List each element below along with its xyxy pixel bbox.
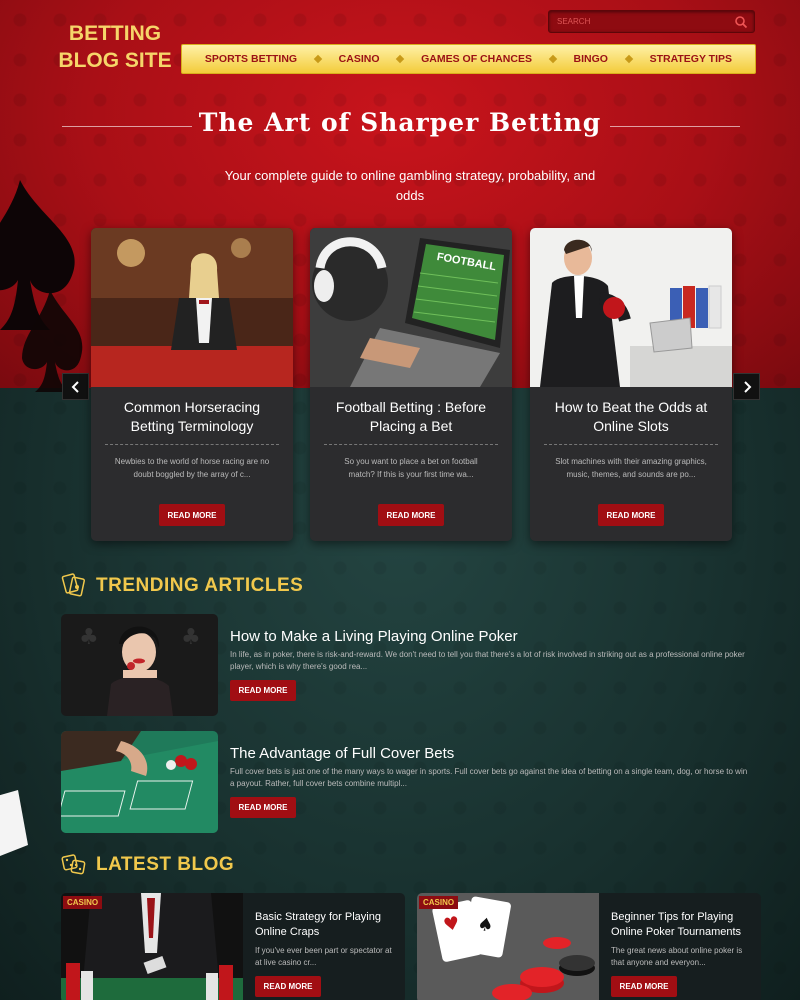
card-image-football-laptop: FOOTBALL bbox=[310, 228, 512, 387]
carousel-card[interactable]: How to Beat the Odds at Online Slots Slo… bbox=[530, 228, 732, 541]
read-more-button[interactable]: READ MORE bbox=[611, 976, 677, 997]
blog-card[interactable]: CASINO Basic Strategy for Playing Online… bbox=[61, 893, 405, 1000]
nav-casino[interactable]: CASINO bbox=[339, 53, 380, 65]
category-badge[interactable]: CASINO bbox=[419, 896, 459, 909]
trending-title[interactable]: How to Make a Living Playing Online Poke… bbox=[230, 628, 518, 645]
trending-article[interactable]: The Advantage of Full Cover Bets Full co… bbox=[61, 731, 761, 833]
latest-blog-heading: LATEST BLOG bbox=[96, 854, 235, 875]
chevron-right-icon bbox=[743, 380, 751, 393]
trending-excerpt: Full cover bets is just one of the many … bbox=[230, 767, 748, 788]
nav-bingo[interactable]: BINGO bbox=[574, 53, 608, 65]
nav-separator bbox=[548, 54, 557, 64]
card-image-office-man bbox=[530, 228, 732, 387]
card-title[interactable]: Common Horseracing Betting Terminology bbox=[105, 398, 279, 445]
nav-strategy-tips[interactable]: STRATEGY TIPS bbox=[650, 53, 732, 65]
main-nav: SPORTS BETTING CASINO GAMES OF CHANCES B… bbox=[181, 44, 756, 74]
read-more-button[interactable]: READ MORE bbox=[598, 504, 664, 526]
blog-title[interactable]: Beginner Tips for Playing Online Poker T… bbox=[611, 910, 751, 940]
svg-text:♣: ♣ bbox=[79, 625, 99, 650]
hero-subtitle: Your complete guide to online gambling s… bbox=[224, 168, 596, 203]
blog-excerpt: The great news about online poker is tha… bbox=[611, 946, 743, 967]
read-more-button[interactable]: READ MORE bbox=[255, 976, 321, 997]
card-excerpt: Slot machines with their amazing graphic… bbox=[555, 457, 707, 479]
nav-separator bbox=[396, 54, 405, 64]
carousel-next-button[interactable] bbox=[733, 373, 760, 400]
card-excerpt: So you want to place a bet on football m… bbox=[344, 457, 478, 479]
read-more-button[interactable]: READ MORE bbox=[230, 797, 296, 818]
dice-icon bbox=[61, 854, 86, 875]
trending-image-craps-table bbox=[61, 731, 218, 833]
carousel-card[interactable]: Common Horseracing Betting Terminology N… bbox=[91, 228, 293, 541]
blog-image-croupier: CASINO bbox=[61, 893, 243, 1000]
nav-games-of-chances[interactable]: GAMES OF CHANCES bbox=[421, 53, 532, 65]
trending-article[interactable]: ♣ ♣ How to Make a Living Playing Online … bbox=[61, 614, 761, 716]
blog-title[interactable]: Basic Strategy for Playing Online Craps bbox=[255, 910, 395, 940]
nav-separator bbox=[624, 54, 634, 64]
search-input[interactable] bbox=[549, 11, 729, 32]
trending-excerpt: In life, as in poker, there is risk-and-… bbox=[230, 650, 745, 671]
hero-divider-right bbox=[610, 126, 740, 127]
playing-cards-icon bbox=[61, 573, 86, 597]
nav-separator bbox=[313, 54, 323, 64]
blog-excerpt: If you've ever been part or spectator at… bbox=[255, 946, 392, 967]
spade-decoration-icon bbox=[0, 180, 83, 392]
carousel-prev-button[interactable] bbox=[62, 373, 89, 400]
nav-sports-betting[interactable]: SPORTS BETTING bbox=[205, 53, 297, 65]
search-box bbox=[548, 10, 755, 33]
category-badge[interactable]: CASINO bbox=[63, 896, 103, 909]
read-more-button[interactable]: READ MORE bbox=[159, 504, 225, 526]
trending-title[interactable]: The Advantage of Full Cover Bets bbox=[230, 745, 454, 762]
read-more-button[interactable]: READ MORE bbox=[230, 680, 296, 701]
search-icon[interactable] bbox=[734, 15, 748, 29]
svg-text:♣: ♣ bbox=[181, 625, 201, 650]
site-logo[interactable]: BETTING BLOG SITE bbox=[50, 20, 180, 74]
blog-image-poker-chips: ♥ ♠ CASINO bbox=[417, 893, 599, 1000]
chevron-left-icon bbox=[71, 380, 79, 393]
card-excerpt: Newbies to the world of horse racing are… bbox=[114, 457, 270, 479]
card-title[interactable]: Football Betting : Before Placing a Bet bbox=[324, 398, 498, 445]
card-decoration-icon bbox=[0, 790, 28, 856]
card-title[interactable]: How to Beat the Odds at Online Slots bbox=[544, 398, 718, 445]
hero-title: The Art of Sharper Betting bbox=[198, 108, 602, 137]
card-image-dealer bbox=[91, 228, 293, 387]
read-more-button[interactable]: READ MORE bbox=[378, 504, 444, 526]
carousel-card[interactable]: FOOTBALL Football Betting : Before Placi… bbox=[310, 228, 512, 541]
blog-card[interactable]: ♥ ♠ CASINO Beginner Tips for Playing Onl… bbox=[417, 893, 761, 1000]
trending-heading: TRENDING ARTICLES bbox=[96, 575, 304, 596]
trending-image-poker-woman: ♣ ♣ bbox=[61, 614, 218, 716]
